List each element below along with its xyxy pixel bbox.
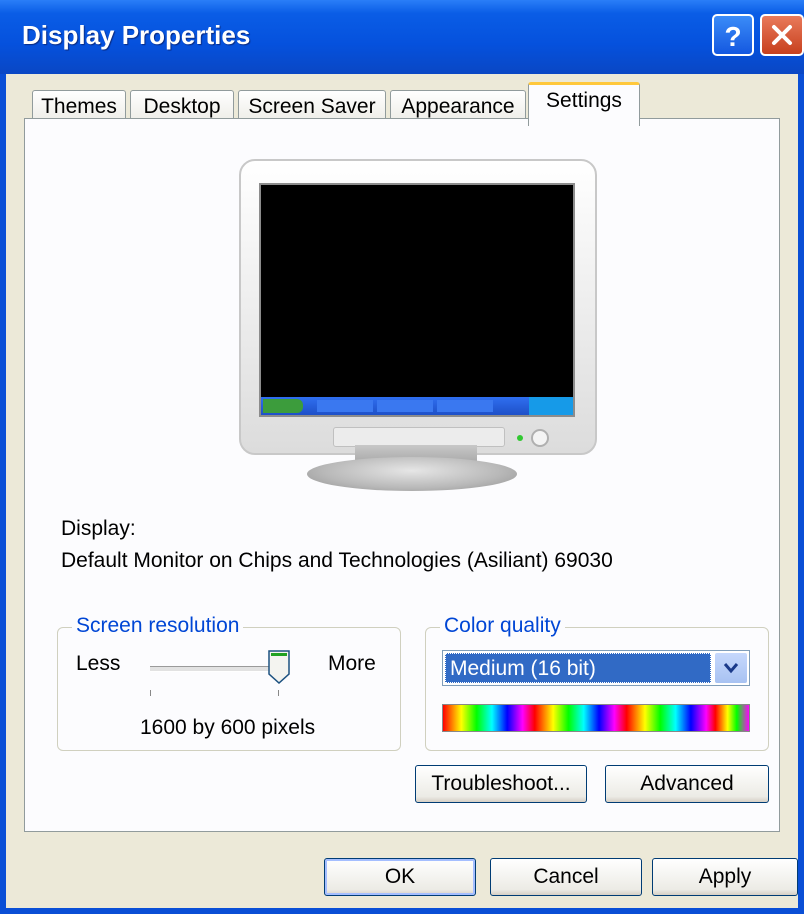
resolution-slider-thumb[interactable] — [268, 650, 290, 684]
help-button[interactable]: ? — [712, 14, 754, 56]
troubleshoot-button[interactable]: Troubleshoot... — [415, 765, 587, 803]
display-label: Display: — [61, 517, 136, 540]
monitor-preview — [239, 159, 597, 455]
color-quality-label: Color quality — [440, 614, 565, 638]
screen-resolution-group: Screen resolution Less More 1600 by 600 … — [57, 614, 401, 751]
color-spectrum-preview — [442, 704, 750, 732]
slider-tick-max — [278, 690, 279, 696]
color-quality-group: Color quality Medium (16 bit) — [425, 614, 769, 751]
window-title: Display Properties — [22, 20, 251, 50]
chevron-down-icon — [723, 663, 739, 674]
resolution-value: 1600 by 600 pixels — [140, 716, 316, 739]
ok-button[interactable]: OK — [324, 858, 476, 896]
power-button-icon — [531, 429, 549, 447]
monitor-stand — [307, 457, 517, 491]
preview-taskbar-item — [317, 400, 373, 412]
power-led-icon — [517, 435, 523, 441]
preview-taskbar-item — [437, 400, 493, 412]
apply-button[interactable]: Apply — [652, 858, 798, 896]
color-quality-select[interactable]: Medium (16 bit) — [442, 650, 750, 686]
screen-resolution-label: Screen resolution — [72, 614, 244, 638]
title-bar[interactable]: Display Properties ? — [0, 0, 804, 74]
resolution-slider-track[interactable] — [150, 666, 282, 672]
help-icon: ? — [724, 21, 741, 50]
dialog-client: Themes Desktop Screen Saver Appearance S… — [6, 74, 798, 908]
color-quality-value: Medium (16 bit) — [445, 653, 711, 683]
advanced-button[interactable]: Advanced — [605, 765, 769, 803]
preview-taskbar-item — [377, 400, 433, 412]
monitor-bezel-slot — [333, 427, 505, 447]
less-label: Less — [76, 652, 121, 675]
monitor-screen — [259, 183, 575, 417]
display-value: Default Monitor on Chips and Technologie… — [61, 549, 613, 572]
settings-panel: Display: Default Monitor on Chips and Te… — [24, 118, 780, 832]
more-label: More — [328, 652, 376, 675]
slider-tick-min — [150, 690, 151, 696]
preview-taskbar — [261, 397, 573, 415]
tab-settings[interactable]: Settings — [528, 82, 640, 126]
close-button[interactable] — [760, 14, 804, 56]
cancel-button[interactable]: Cancel — [490, 858, 642, 896]
close-icon — [772, 25, 792, 45]
preview-tray — [529, 397, 573, 415]
display-properties-window: Display Properties ? Themes Desktop Scre… — [0, 0, 804, 914]
dropdown-button[interactable] — [715, 653, 747, 683]
preview-start-button — [263, 399, 303, 413]
svg-text:?: ? — [724, 21, 741, 50]
